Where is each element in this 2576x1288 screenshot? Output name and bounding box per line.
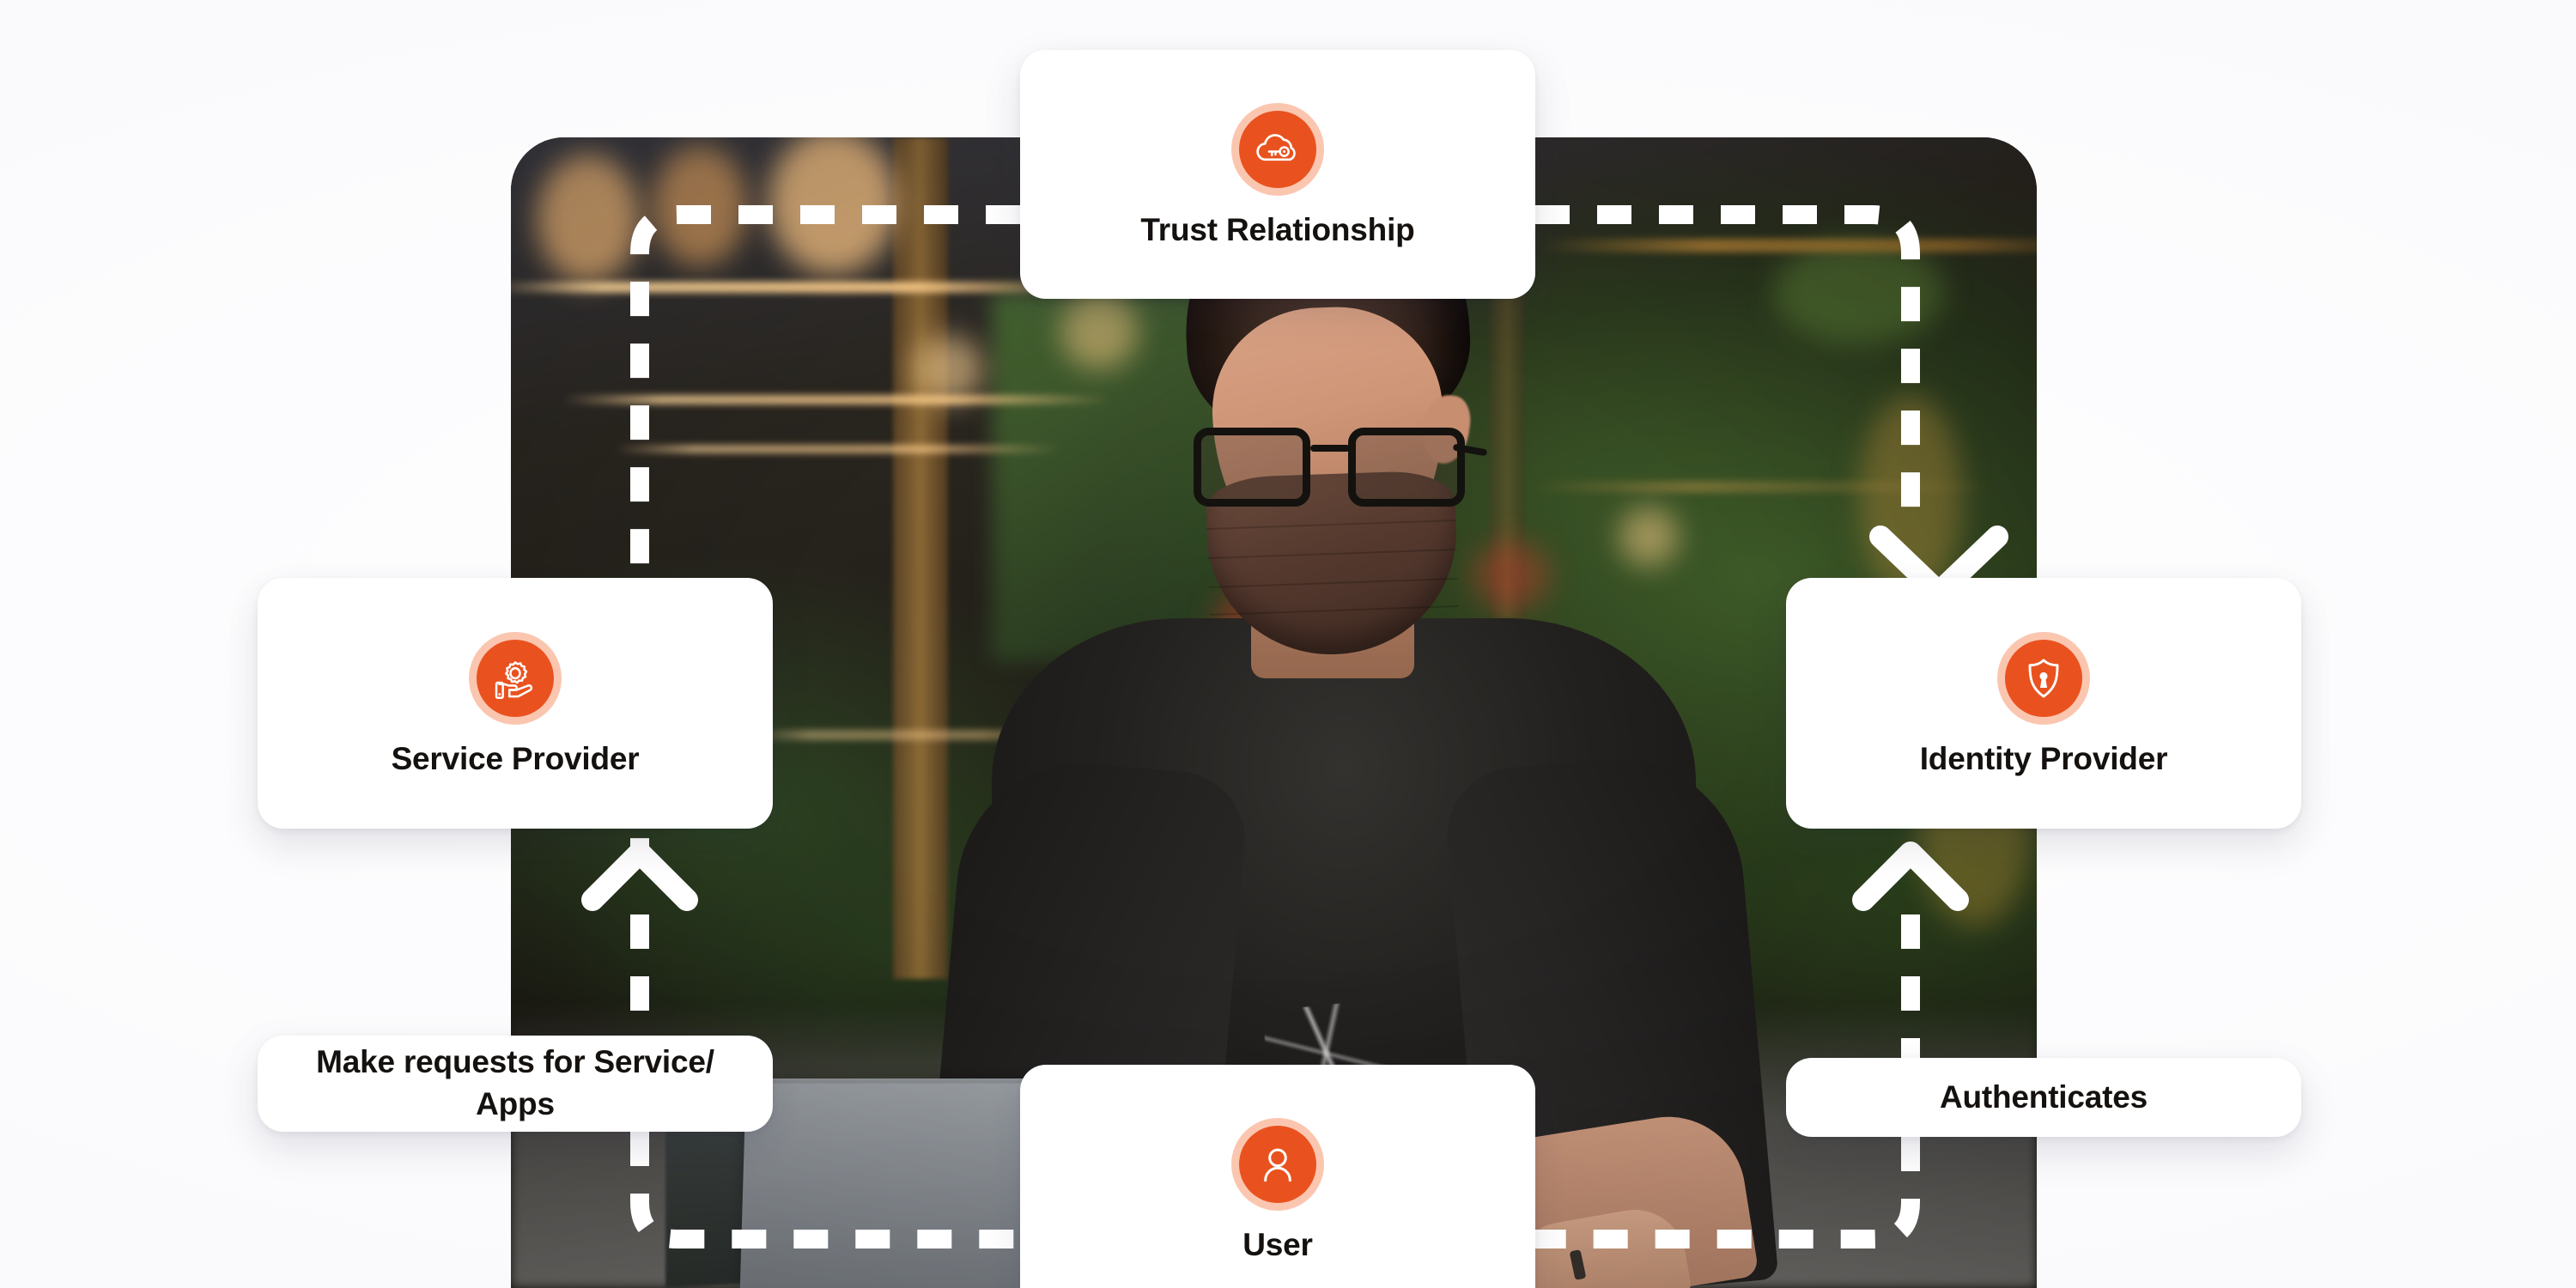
node-card-trust-relationship[interactable]: Trust Relationship	[1020, 50, 1535, 299]
person-icon	[1239, 1126, 1316, 1204]
node-label-trust-relationship: Trust Relationship	[1140, 212, 1415, 248]
edge-label-line2: Apps	[476, 1086, 555, 1121]
icon-ring	[1997, 632, 2090, 726]
edge-label-authenticates-text: Authenticates	[1939, 1078, 2148, 1115]
node-card-service-provider[interactable]: Service Provider	[258, 578, 773, 829]
node-card-identity-provider[interactable]: Identity Provider	[1786, 578, 2301, 829]
hand-gear-icon	[477, 640, 554, 718]
node-label-identity-provider: Identity Provider	[1919, 741, 2168, 777]
cloud-key-icon	[1239, 111, 1316, 189]
icon-ring	[1231, 103, 1324, 197]
edge-label-line1: Make requests for Service/	[316, 1044, 714, 1080]
shield-keyhole-icon	[2005, 640, 2082, 718]
edge-label-make-requests[interactable]: Make requests for Service/ Apps	[258, 1036, 773, 1132]
edge-label-authenticates[interactable]: Authenticates	[1786, 1058, 2301, 1137]
node-card-user[interactable]: User	[1020, 1065, 1535, 1288]
icon-ring	[469, 632, 562, 726]
edge-label-make-requests-text: Make requests for Service/ Apps	[316, 1042, 714, 1126]
node-label-service-provider: Service Provider	[391, 741, 640, 777]
node-label-user: User	[1242, 1227, 1313, 1263]
icon-ring	[1231, 1118, 1324, 1212]
